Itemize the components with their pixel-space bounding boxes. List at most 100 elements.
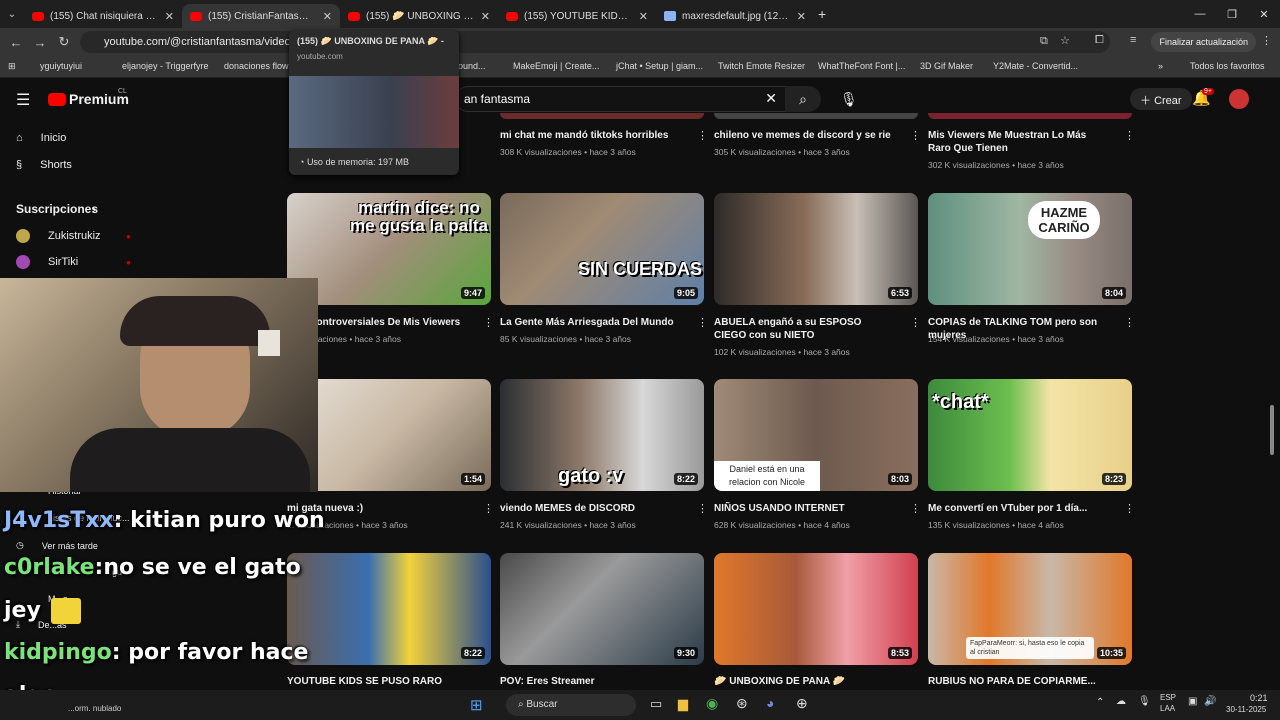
file-explorer-icon[interactable]: ▆ xyxy=(678,696,688,712)
video-title[interactable]: viendo MEMES de DISCORD xyxy=(500,502,680,515)
maximize-icon[interactable]: ❐ xyxy=(1216,0,1248,28)
video-thumbnail[interactable]: *chat* 8:23 xyxy=(928,379,1132,491)
media-icon[interactable]: ≡ xyxy=(1130,34,1136,46)
browser-tab-active[interactable]: (155) CristianFantasma - YouTu✕ xyxy=(182,4,340,28)
network-icon[interactable]: ▣ xyxy=(1188,696,1197,707)
clock-time[interactable]: 0:21 xyxy=(1250,693,1268,703)
video-title[interactable]: chileno ve memes de discord y se rie xyxy=(714,129,894,142)
more-options-icon[interactable]: ⋮ xyxy=(1124,129,1135,142)
video-title[interactable]: POV: Eres Streamer xyxy=(500,675,680,688)
bookmark-item[interactable]: yguiytuyiui xyxy=(40,61,82,71)
clear-search-icon[interactable]: ✕ xyxy=(765,90,777,107)
close-tab-icon[interactable]: ✕ xyxy=(323,10,332,23)
bookmark-item[interactable]: donaciones flow xyxy=(224,61,289,71)
task-view-icon[interactable]: ▭ xyxy=(650,696,662,712)
more-options-icon[interactable]: ⋮ xyxy=(910,316,921,329)
avatar[interactable] xyxy=(1229,89,1249,109)
more-options-icon[interactable]: ⋮ xyxy=(483,316,494,329)
more-options-icon[interactable]: ⋮ xyxy=(697,129,708,142)
video-thumbnail[interactable]: FapParaMeorr: si, hasta eso le copia al … xyxy=(928,553,1132,665)
bookmark-item[interactable]: jChat • Setup | giam... xyxy=(616,61,703,71)
bookmarks-folder[interactable]: Todos los favoritos xyxy=(1190,61,1265,71)
clock-date[interactable]: 30-11-2025 xyxy=(1226,705,1266,714)
video-thumbnail[interactable] xyxy=(714,113,918,119)
reload-icon[interactable]: ↻ xyxy=(52,34,76,50)
more-options-icon[interactable]: ⋮ xyxy=(1124,502,1135,515)
update-button[interactable]: Finalizar actualización xyxy=(1151,32,1256,52)
video-title[interactable]: 🥟 UNBOXING DE PANA 🥟 xyxy=(714,675,894,688)
video-thumbnail[interactable]: 8:22 xyxy=(287,553,491,665)
search-button[interactable]: ⌕ xyxy=(785,86,821,112)
browser-tab[interactable]: (155) Chat nisiquiera estoy tan g✕ xyxy=(24,4,182,28)
microphone-icon[interactable]: 🎙 xyxy=(840,91,858,108)
more-options-icon[interactable]: ⋮ xyxy=(1124,316,1135,329)
search-input[interactable]: an fantasma ✕ xyxy=(455,86,785,112)
more-options-icon[interactable]: ⋮ xyxy=(697,502,708,515)
more-options-icon[interactable]: ⋮ xyxy=(910,502,921,515)
url-input[interactable]: youtube.com/@cristianfantasma/videos xyxy=(80,31,1110,53)
weather-widget[interactable]: ...orm. nublado xyxy=(68,704,121,713)
video-title[interactable]: Me convertí en VTuber por 1 día... xyxy=(928,502,1108,515)
bookmark-item[interactable]: WhatTheFont Font |... xyxy=(818,61,905,71)
menu-icon[interactable]: ⋮ xyxy=(1261,34,1272,47)
youtube-logo-icon[interactable] xyxy=(48,93,66,106)
bookmark-item[interactable]: Y2Mate - Convertid... xyxy=(993,61,1078,71)
microphone-icon[interactable]: 🎙 xyxy=(1138,696,1151,707)
bookmark-item[interactable]: MakeEmoji | Create... xyxy=(513,61,599,71)
hamburger-menu-icon[interactable]: ☰ xyxy=(16,90,30,110)
browser-tab[interactable]: (155) 🥟 UNBOXING DE PANA 🥟✕ xyxy=(340,4,498,28)
back-icon[interactable]: ← xyxy=(4,35,28,50)
sidebar-item-shorts[interactable]: § Shorts xyxy=(16,159,72,171)
video-thumbnail[interactable]: SIN CUERDAS 9:05 xyxy=(500,193,704,305)
app-icon[interactable]: ⊛ xyxy=(736,695,748,712)
discord-icon[interactable]: ◕ xyxy=(766,695,774,711)
subscriptions-header[interactable]: Suscripciones xyxy=(16,202,98,216)
chevron-right-icon[interactable]: » xyxy=(1158,61,1163,71)
bookmark-item[interactable]: 3D Gif Maker xyxy=(920,61,973,71)
sidebar-item-inicio[interactable]: ⌂ Inicio xyxy=(16,132,66,144)
close-tab-icon[interactable]: ✕ xyxy=(797,10,806,23)
cloud-icon[interactable]: ☁ xyxy=(1116,696,1126,707)
bookmark-item[interactable]: ound... xyxy=(458,61,486,71)
video-thumbnail[interactable]: 6:53 xyxy=(714,193,918,305)
steam-icon[interactable]: ⊕ xyxy=(796,695,808,712)
bookmark-item[interactable]: eljanojey - Triggerfyre xyxy=(122,61,209,71)
create-button[interactable]: ＋ Crear xyxy=(1130,88,1192,110)
close-tab-icon[interactable]: ✕ xyxy=(639,10,648,23)
more-options-icon[interactable]: ⋮ xyxy=(483,502,494,515)
language-indicator[interactable]: ESP xyxy=(1160,693,1176,702)
close-tab-icon[interactable]: ✕ xyxy=(165,10,174,23)
extensions-icon[interactable]: ⧠ xyxy=(1095,34,1104,47)
install-icon[interactable]: ⧉ xyxy=(1040,35,1048,48)
volume-icon[interactable]: 🔊 xyxy=(1204,696,1216,707)
tab-search-icon[interactable]: ⌄ xyxy=(0,9,24,20)
close-window-icon[interactable]: ✕ xyxy=(1248,0,1280,28)
new-tab-icon[interactable]: + xyxy=(818,6,826,22)
video-thumbnail[interactable] xyxy=(928,113,1132,119)
sidebar-item-watch-later[interactable]: ◷ Ver más tarde xyxy=(16,540,98,551)
video-title[interactable]: RUBIUS NO PARA DE COPIARME... xyxy=(928,675,1108,688)
browser-tab[interactable]: (155) YOUTUBE KIDS SE PUSO R✕ xyxy=(498,4,656,28)
bookmark-star-icon[interactable]: ☆ xyxy=(1060,34,1070,47)
forward-icon[interactable]: → xyxy=(28,35,52,50)
video-thumbnail[interactable]: 8:53 xyxy=(714,553,918,665)
video-title[interactable]: Mis Viewers Me Muestran Lo Más Raro Que … xyxy=(928,129,1108,155)
video-thumbnail[interactable] xyxy=(500,113,704,119)
chevron-up-icon[interactable]: ⌃ xyxy=(1096,697,1104,708)
close-tab-icon[interactable]: ✕ xyxy=(481,10,490,23)
video-title[interactable]: YOUTUBE KIDS SE PUSO RARO xyxy=(287,675,467,688)
video-title[interactable]: mi chat me mandó tiktoks horribles xyxy=(500,129,680,142)
video-thumbnail[interactable]: gato :v 8:22 xyxy=(500,379,704,491)
video-thumbnail[interactable]: HAZME CARIÑO 8:04 xyxy=(928,193,1132,305)
sidebar-item-subscription[interactable]: SirTiki xyxy=(16,255,78,269)
video-title[interactable]: ABUELA engañó a su ESPOSO CIEGO con su N… xyxy=(714,316,894,342)
video-title[interactable]: La Gente Más Arriesgada Del Mundo xyxy=(500,316,680,329)
apps-icon[interactable]: ⊞ xyxy=(8,61,16,72)
video-title[interactable]: NIÑOS USANDO INTERNET xyxy=(714,502,894,515)
scrollbar[interactable] xyxy=(1270,405,1274,455)
bookmark-item[interactable]: Twitch Emote Resizer xyxy=(718,61,805,71)
minimize-icon[interactable]: — xyxy=(1184,0,1216,28)
more-options-icon[interactable]: ⋮ xyxy=(697,316,708,329)
sidebar-item-subscription[interactable]: Zukistrukiz xyxy=(16,229,101,243)
taskbar-search[interactable]: ⌕ Buscar xyxy=(506,694,636,716)
